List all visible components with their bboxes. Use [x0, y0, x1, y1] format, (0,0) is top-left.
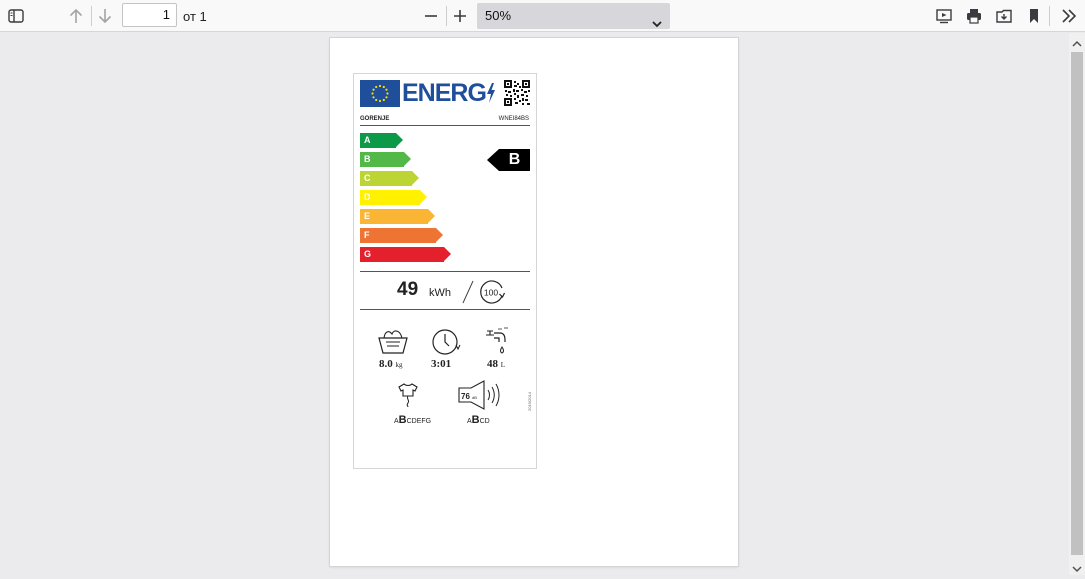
toolbar-divider	[446, 6, 447, 26]
scrollbar-thumb[interactable]	[1071, 52, 1083, 555]
energy-class-bar-b: B	[360, 152, 411, 167]
print-icon[interactable]	[962, 4, 986, 28]
noise-class: B	[471, 414, 480, 426]
plus-icon[interactable]	[448, 4, 472, 28]
toolbar-divider	[91, 6, 92, 26]
regulation-number: 2019/2014	[527, 392, 532, 411]
energy-class-bar-e: E	[360, 209, 435, 224]
divider-line	[360, 309, 530, 310]
model-number: WNEI84BS	[498, 116, 529, 122]
water-value: 48	[487, 358, 498, 370]
energy-class-bar-g: G	[360, 247, 451, 262]
presentation-icon[interactable]	[932, 4, 956, 28]
clock-icon	[431, 328, 461, 361]
slash-separator	[462, 280, 474, 304]
noise-class-scale: ABCD	[467, 414, 490, 426]
energy-class-bar-d: D	[360, 190, 427, 205]
spin-class: B	[398, 414, 407, 426]
eu-flag-icon	[360, 80, 400, 107]
energy-class-bar-f: F	[360, 228, 443, 243]
noise-db-value: 76	[461, 392, 470, 401]
vertical-scrollbar[interactable]	[1069, 33, 1085, 575]
zoom-select[interactable]: 50%	[477, 3, 670, 29]
page-number-input[interactable]: 1	[122, 3, 177, 27]
energy-title-text: ENERG	[402, 79, 487, 107]
spin-efficiency-scale: ABCDEFG	[394, 414, 431, 426]
lightning-icon	[486, 83, 495, 103]
energy-class-bar-c: C	[360, 171, 419, 186]
cycles-icon: 100	[478, 279, 506, 305]
programme-duration: 3:01	[431, 358, 452, 370]
laundry-basket-icon	[376, 327, 410, 360]
spin-scale-post: CDEFG	[406, 418, 432, 425]
capacity-value: 8.0	[379, 358, 393, 370]
zoom-value: 50%	[485, 8, 512, 23]
energy-consumption-unit: kWh	[429, 287, 451, 299]
minus-icon[interactable]	[419, 4, 443, 28]
arrow-down-icon[interactable]	[93, 4, 117, 28]
divider-line	[360, 271, 530, 272]
noise-db-unit: dB	[472, 395, 477, 400]
energy-label: ENERG GORENJE WNEI84BS ABCDEFG B 49 kWh …	[353, 73, 537, 469]
noise-scale-post: CD	[479, 418, 490, 425]
energy-consumption-value: 49	[397, 279, 419, 300]
energy-class-bar-a: A	[360, 133, 403, 148]
more-tools-icon[interactable]	[1057, 4, 1081, 28]
cycles-value: 100	[484, 288, 498, 298]
divider-line	[360, 125, 530, 126]
pdf-toolbar: 1 от 1 50%	[0, 0, 1085, 32]
capacity: 8.0 kg	[379, 358, 403, 370]
t-shirt-spin-icon	[396, 382, 420, 413]
water-consumption: 48 L	[487, 358, 505, 370]
scroll-down-icon[interactable]	[1072, 561, 1082, 573]
arrow-up-icon[interactable]	[64, 4, 88, 28]
toolbar-divider	[1049, 6, 1050, 26]
rated-class-arrow: B	[487, 149, 530, 171]
energy-title: ENERG	[402, 78, 496, 108]
scroll-up-icon[interactable]	[1072, 36, 1082, 47]
qr-code-icon	[504, 80, 530, 106]
capacity-unit: kg	[395, 361, 403, 369]
bookmark-icon[interactable]	[1022, 4, 1046, 28]
speaker-noise-icon: 76 dB	[458, 380, 504, 415]
save-icon[interactable]	[992, 4, 1016, 28]
page-total-label: от 1	[183, 9, 207, 24]
sidebar-toggle-icon[interactable]	[4, 4, 28, 28]
brand-name: GORENJE	[360, 116, 390, 122]
water-unit: L	[500, 361, 506, 369]
water-tap-icon	[484, 327, 510, 362]
